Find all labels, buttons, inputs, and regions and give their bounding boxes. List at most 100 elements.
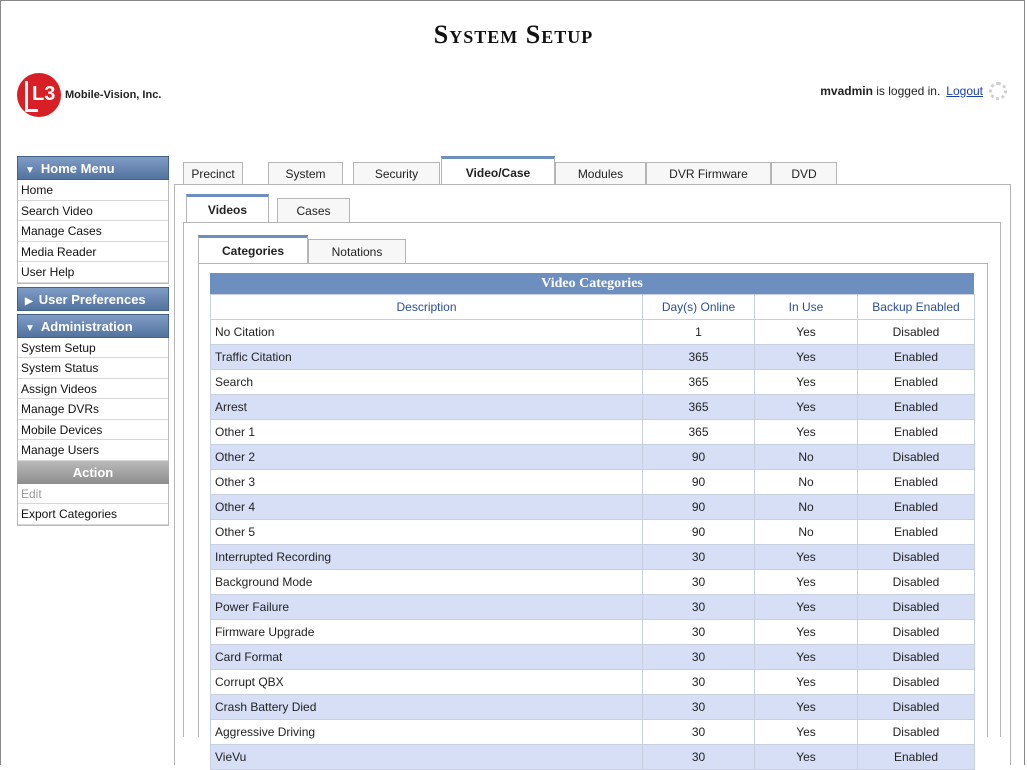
- home-menu-header[interactable]: ▼ Home Menu: [17, 156, 169, 180]
- cell-days-online: 90: [642, 519, 755, 545]
- tab-modules[interactable]: Modules: [555, 162, 646, 184]
- sidebar-item-media-reader[interactable]: Media Reader: [18, 242, 168, 262]
- sidebar-item-user-help[interactable]: User Help: [18, 262, 168, 283]
- tab-categories[interactable]: Categories: [198, 235, 308, 263]
- tab-dvd[interactable]: DVD: [771, 162, 837, 184]
- administration-header[interactable]: ▼ Administration: [17, 313, 169, 338]
- table-row[interactable]: Card Format 30 Yes Disabled: [210, 644, 975, 670]
- cell-description: Crash Battery Died: [210, 694, 643, 720]
- cell-in-use: No: [754, 469, 858, 495]
- sidebar-item-search-video[interactable]: Search Video: [18, 201, 168, 221]
- action-export-categories[interactable]: Export Categories: [18, 504, 168, 525]
- sidebar-item-assign-videos[interactable]: Assign Videos: [18, 379, 168, 399]
- table-row[interactable]: Corrupt QBX 30 Yes Disabled: [210, 669, 975, 695]
- cell-description: Other 4: [210, 494, 643, 520]
- column-header-days-online[interactable]: Day(s) Online: [642, 294, 755, 320]
- cell-backup-enabled: Disabled: [857, 644, 975, 670]
- cell-days-online: 30: [642, 594, 755, 620]
- cell-in-use: Yes: [754, 569, 858, 595]
- sidebar-item-system-status[interactable]: System Status: [18, 358, 168, 379]
- sidebar-item-home[interactable]: Home: [18, 180, 168, 201]
- setup-tabs: Precinct System Security Video/Case Modu…: [174, 156, 1011, 185]
- table-row[interactable]: Crash Battery Died 30 Yes Disabled: [210, 694, 975, 720]
- cell-days-online: 30: [642, 694, 755, 720]
- home-menu-title: Home Menu: [40, 161, 115, 176]
- column-header-in-use[interactable]: In Use: [754, 294, 858, 320]
- table-row[interactable]: Interrupted Recording 30 Yes Disabled: [210, 544, 975, 570]
- cell-backup-enabled: Enabled: [857, 419, 975, 445]
- triangle-down-icon: ▼: [25, 322, 35, 334]
- cell-days-online: 30: [642, 669, 755, 695]
- cell-days-online: 365: [642, 419, 755, 445]
- triangle-down-icon: ▼: [25, 165, 35, 176]
- table-row[interactable]: Other 4 90 No Enabled: [210, 494, 975, 520]
- table-row[interactable]: Arrest 365 Yes Enabled: [210, 394, 975, 420]
- logout-link[interactable]: Logout: [946, 84, 983, 98]
- table-row[interactable]: Other 2 90 No Disabled: [210, 444, 975, 470]
- cell-days-online: 1: [642, 319, 755, 345]
- cell-in-use: Yes: [754, 319, 858, 345]
- column-header-backup-enabled[interactable]: Backup Enabled: [857, 294, 975, 320]
- cell-in-use: No: [754, 494, 858, 520]
- cell-description: Corrupt QBX: [210, 669, 643, 695]
- administration-title: Administration: [40, 318, 133, 334]
- l3-logo-icon: L3: [17, 73, 61, 117]
- page-title: System Setup: [433, 20, 594, 49]
- table-row[interactable]: VieVu 30 Yes Enabled: [210, 744, 975, 770]
- table-row[interactable]: Search 365 Yes Enabled: [210, 369, 975, 395]
- cell-days-online: 365: [642, 369, 755, 395]
- cell-backup-enabled: Disabled: [857, 594, 975, 620]
- cell-backup-enabled: Enabled: [857, 469, 975, 495]
- cell-backup-enabled: Enabled: [857, 394, 975, 420]
- column-header-description[interactable]: Description: [210, 294, 643, 320]
- user-preferences-title: User Preferences: [38, 291, 146, 307]
- cell-backup-enabled: Disabled: [857, 619, 975, 645]
- logo-mark-text: L3: [32, 83, 56, 105]
- tab-precinct[interactable]: Precinct: [183, 162, 243, 184]
- tab-system[interactable]: System: [268, 162, 343, 184]
- tab-notations[interactable]: Notations: [308, 239, 406, 263]
- username: mvadmin: [820, 84, 873, 98]
- cell-in-use: Yes: [754, 544, 858, 570]
- tab-dvr-firmware[interactable]: DVR Firmware: [646, 162, 771, 184]
- cell-days-online: 30: [642, 644, 755, 670]
- administration-list: System Setup System Status Assign Videos…: [17, 337, 169, 462]
- subtab-cases[interactable]: Cases: [277, 198, 350, 222]
- sidebar-item-system-setup[interactable]: System Setup: [18, 338, 168, 358]
- cell-backup-enabled: Enabled: [857, 519, 975, 545]
- subtab-videos[interactable]: Videos: [186, 194, 269, 222]
- cell-backup-enabled: Disabled: [857, 669, 975, 695]
- user-preferences-header[interactable]: ▶ User Preferences: [17, 286, 169, 311]
- tab-security[interactable]: Security: [353, 162, 440, 184]
- cell-days-online: 30: [642, 544, 755, 570]
- table-row[interactable]: No Citation 1 Yes Disabled: [210, 319, 975, 345]
- cell-in-use: Yes: [754, 744, 858, 770]
- table-row[interactable]: Traffic Citation 365 Yes Enabled: [210, 344, 975, 370]
- sidebar-item-mobile-devices[interactable]: Mobile Devices: [18, 420, 168, 440]
- company-logo: L3 Mobile-Vision, Inc.: [17, 73, 161, 117]
- table-row[interactable]: Aggressive Driving 30 Yes Disabled: [210, 719, 975, 745]
- table-row[interactable]: Other 5 90 No Enabled: [210, 519, 975, 545]
- cell-in-use: Yes: [754, 369, 858, 395]
- table-row[interactable]: Power Failure 30 Yes Disabled: [210, 594, 975, 620]
- cell-backup-enabled: Enabled: [857, 369, 975, 395]
- tab-video-case[interactable]: Video/Case: [441, 156, 555, 185]
- cell-description: Power Failure: [210, 594, 643, 620]
- sidebar-item-manage-cases[interactable]: Manage Cases: [18, 221, 168, 242]
- cell-description: Search: [210, 369, 643, 395]
- cell-backup-enabled: Disabled: [857, 719, 975, 745]
- cell-backup-enabled: Disabled: [857, 694, 975, 720]
- cell-in-use: Yes: [754, 619, 858, 645]
- sidebar: ▼ Home Menu Home Search Video Manage Case…: [17, 156, 169, 526]
- cell-backup-enabled: Enabled: [857, 494, 975, 520]
- cell-in-use: Yes: [754, 669, 858, 695]
- cell-days-online: 365: [642, 344, 755, 370]
- cell-backup-enabled: Disabled: [857, 569, 975, 595]
- table-row[interactable]: Other 1 365 Yes Enabled: [210, 419, 975, 445]
- home-menu-list: Home Search Video Manage Cases Media Rea…: [17, 180, 169, 284]
- table-row[interactable]: Background Mode 30 Yes Disabled: [210, 569, 975, 595]
- table-row[interactable]: Other 3 90 No Enabled: [210, 469, 975, 495]
- sidebar-item-manage-users[interactable]: Manage Users: [18, 440, 168, 461]
- table-row[interactable]: Firmware Upgrade 30 Yes Disabled: [210, 619, 975, 645]
- sidebar-item-manage-dvrs[interactable]: Manage DVRs: [18, 399, 168, 420]
